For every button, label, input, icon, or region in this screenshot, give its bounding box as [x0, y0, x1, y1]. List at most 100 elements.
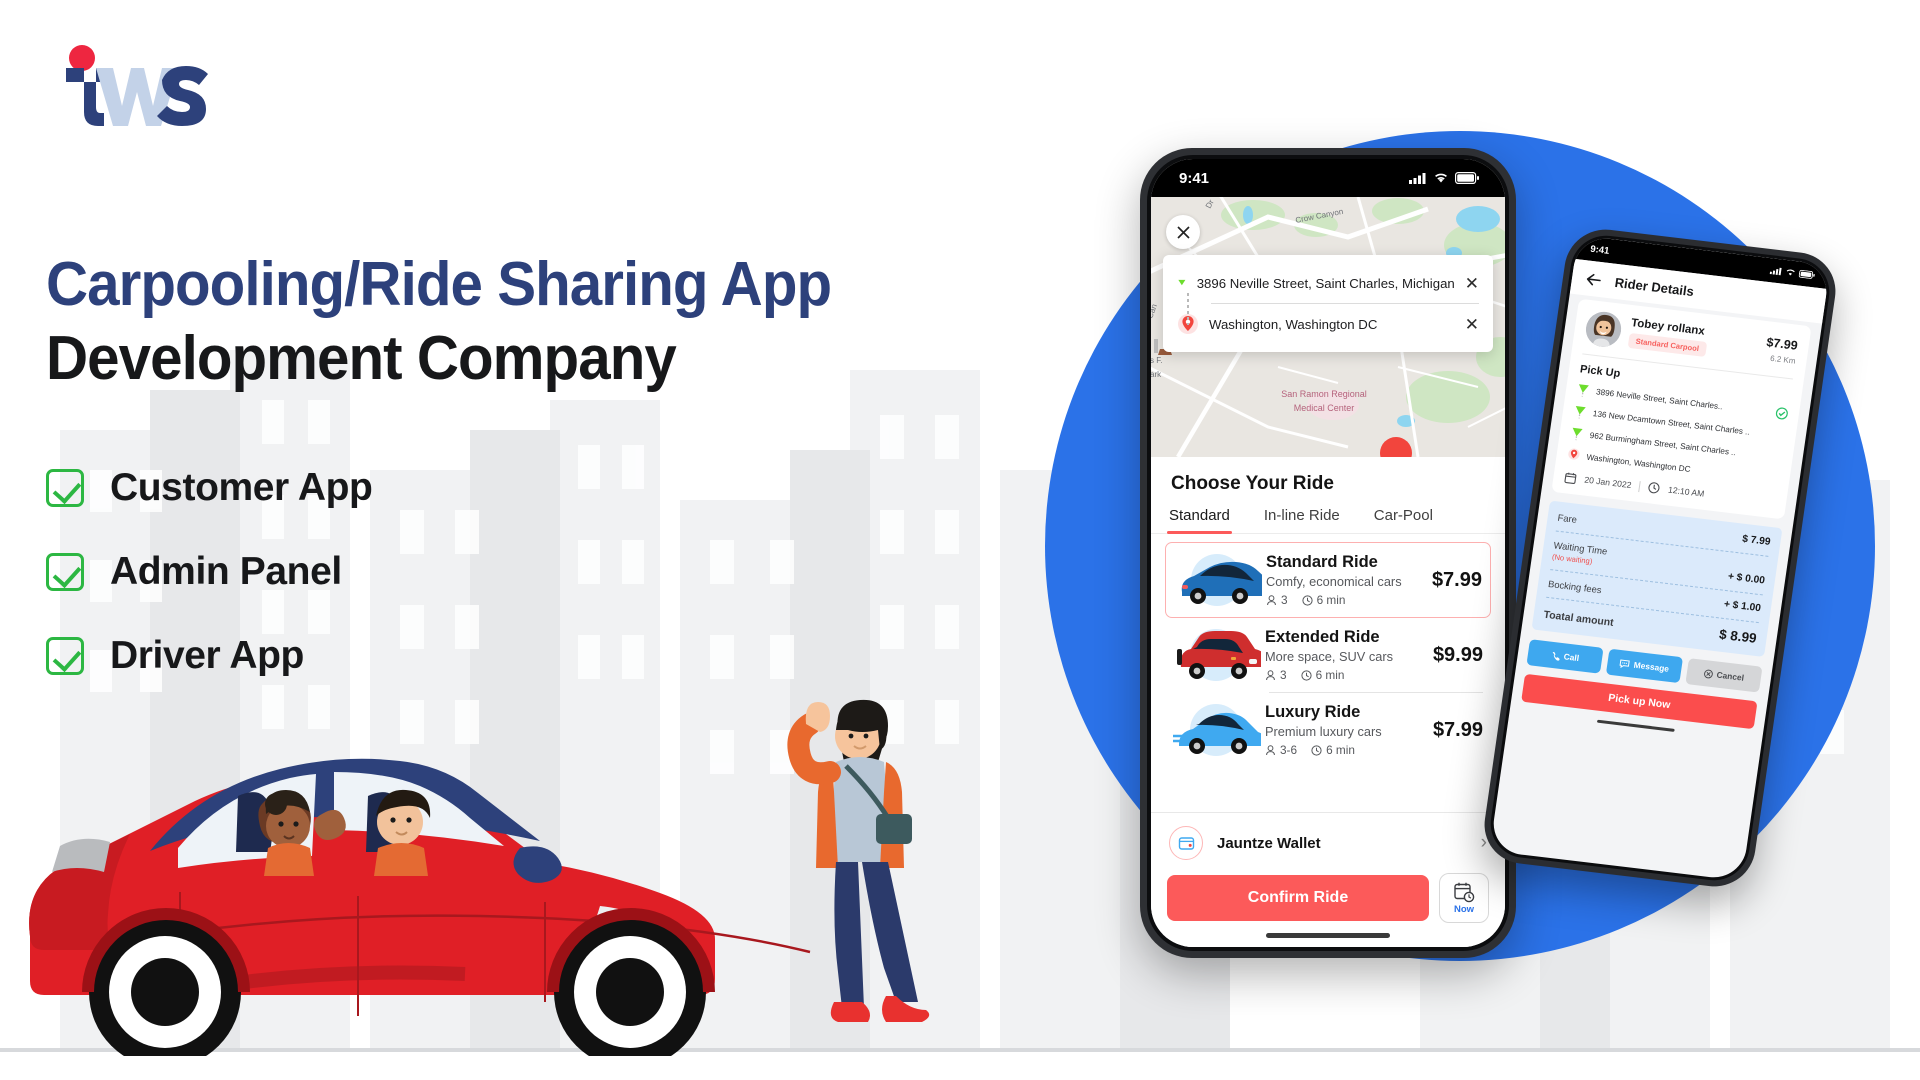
status-time: 9:41 — [1179, 169, 1210, 187]
ride-seat-count: 3-6 — [1280, 743, 1298, 757]
signal-icon — [1409, 173, 1426, 184]
clock-icon — [1311, 744, 1322, 756]
now-label: Now — [1453, 904, 1475, 915]
svg-text:ark: ark — [1151, 370, 1162, 379]
map-close-button[interactable] — [1166, 215, 1200, 249]
tab-in-line-ride[interactable]: In-line Ride — [1264, 507, 1340, 533]
page-title: Carpooling/Ride Sharing App Development … — [46, 252, 881, 391]
pickup-marker-icon — [1572, 427, 1583, 441]
headline-line-2: Development Company — [46, 323, 677, 393]
tab-car-pool[interactable]: Car-Pool — [1374, 507, 1433, 533]
clear-destination-icon[interactable]: ✕ — [1465, 316, 1479, 333]
signal-icon — [1769, 267, 1782, 276]
ride-date: 20 Jan 2022 — [1583, 474, 1633, 491]
destination-address-row[interactable]: Washington, Washington DC ✕ — [1177, 309, 1479, 339]
pickup-marker-icon — [1578, 384, 1589, 397]
calendar-clock-icon — [1454, 882, 1475, 903]
call-label: Call — [1563, 651, 1580, 664]
calendar-icon — [1564, 472, 1577, 484]
ride-description: More space, SUV cars — [1265, 649, 1394, 664]
call-button[interactable]: Call — [1526, 639, 1604, 674]
cancel-label: Cancel — [1716, 669, 1745, 683]
tab-standard[interactable]: Standard — [1167, 507, 1232, 534]
sheet-title: Choose Your Ride — [1171, 473, 1334, 494]
ride-eta: 6 min — [1300, 668, 1345, 682]
ride-time: 12:10 AM — [1667, 484, 1705, 499]
ride-seat-count: 3 — [1281, 593, 1288, 607]
status-bar: 9:41 — [1151, 159, 1505, 197]
ride-name: Luxury Ride — [1265, 703, 1361, 721]
ride-option-standard[interactable]: Standard Ride Comfy, economical cars 3 6… — [1165, 542, 1491, 618]
ride-name: Extended Ride — [1265, 628, 1380, 646]
rider-summary-row: Tobey rollanx Standard Carpool $7.99 6.2… — [1583, 309, 1800, 370]
ride-eta: 6 min — [1301, 593, 1346, 607]
wifi-icon — [1435, 173, 1447, 183]
confirm-row: Confirm Ride Now — [1151, 873, 1505, 931]
fare-label: Fare — [1557, 511, 1578, 525]
fare-value: $ 8.99 — [1718, 626, 1758, 646]
pickup-marker-icon — [1178, 279, 1186, 286]
person-icon — [1267, 594, 1276, 605]
schedule-now-button[interactable]: Now — [1439, 873, 1489, 923]
fare-value: + $ 1.00 — [1723, 598, 1762, 615]
clock-icon — [1648, 482, 1660, 494]
ride-eta-text: 6 min — [1315, 668, 1345, 682]
ride-price: $7.99 — [1432, 718, 1483, 741]
pickup-address-row[interactable]: 3896 Neville Street, Saint Charles, Mich… — [1177, 268, 1479, 298]
luxury-car-icon — [1173, 702, 1267, 758]
tws-logo — [66, 45, 208, 126]
feature-item-driver-app: Driver App — [46, 634, 372, 678]
person-icon — [1266, 744, 1275, 755]
status-time: 9:41 — [1589, 243, 1611, 257]
fare-value: + $ 0.00 — [1727, 571, 1766, 587]
wallet-row[interactable]: Jauntze Wallet › — [1151, 812, 1505, 873]
cancel-button[interactable]: Cancel — [1685, 658, 1763, 693]
svg-text:s F.: s F. — [1151, 356, 1162, 365]
ride-eta-text: 6 min — [1326, 743, 1355, 757]
headline-line-1: Carpooling/Ride Sharing App — [46, 250, 832, 319]
clear-pickup-icon[interactable]: ✕ — [1465, 275, 1479, 292]
fare-label: Bocking fees — [1547, 577, 1603, 596]
ride-eta-text: 6 min — [1316, 593, 1346, 607]
sedan-icon — [1174, 552, 1280, 608]
person-icon — [1266, 669, 1275, 680]
arrow-left-icon[interactable] — [1585, 272, 1602, 287]
message-button[interactable]: Message — [1605, 648, 1684, 684]
ride-eta: 6 min — [1311, 743, 1355, 757]
rider-detail-card: Tobey rollanx Standard Carpool $7.99 6.2… — [1551, 298, 1812, 520]
ride-seats: 3-6 — [1265, 743, 1297, 757]
waving-pedestrian-illustration — [787, 699, 930, 1022]
ride-option-extended[interactable]: Extended Ride More space, SUV cars 3 6 m… — [1165, 618, 1491, 692]
map-view[interactable]: Crow Canyon Dr Can s F. ark San Ramon Re… — [1151, 197, 1505, 457]
ride-seats: 3 — [1266, 593, 1288, 607]
ride-option-luxury[interactable]: Luxury Ride Premium luxury cars 3-6 6 mi… — [1165, 693, 1491, 767]
feature-checklist: Customer App Admin Panel Driver App — [46, 466, 373, 718]
wallet-label: Jauntze Wallet — [1217, 834, 1321, 852]
carpool-illustration — [29, 699, 930, 1056]
clock-icon — [1301, 594, 1313, 606]
home-indicator — [1596, 719, 1675, 732]
red-sedan-illustration — [29, 758, 811, 1056]
battery-icon — [1798, 269, 1815, 279]
datetime-separator — [1638, 480, 1642, 492]
ride-description: Comfy, economical cars — [1266, 574, 1402, 589]
cancel-icon — [1703, 669, 1713, 678]
ride-price: $7.99 — [1431, 568, 1482, 591]
phone-mockup-customer-app: 9:41 Crow Canyon Dr Can s F. ark San Ram… — [1140, 148, 1516, 958]
route-address-card: 3896 Neville Street, Saint Charles, Mich… — [1163, 255, 1493, 352]
battery-icon — [1455, 172, 1479, 184]
close-icon — [1176, 225, 1190, 239]
feature-label: Driver App — [110, 634, 304, 677]
feature-label: Admin Panel — [110, 550, 342, 593]
ride-type-tabs: Standard In-line Ride Car-Pool — [1151, 507, 1505, 534]
feature-item-customer-app: Customer App — [46, 466, 373, 510]
ride-description: Premium luxury cars — [1265, 724, 1382, 739]
address-divider — [1211, 303, 1479, 304]
map-label-medical-2: Medical Center — [1294, 403, 1355, 413]
home-indicator — [1266, 933, 1390, 938]
message-icon — [1619, 659, 1631, 668]
ride-seats: 3 — [1265, 668, 1287, 682]
ride-name: Standard Ride — [1266, 553, 1378, 571]
confirm-ride-button[interactable]: Confirm Ride — [1167, 875, 1429, 921]
message-label: Message — [1633, 659, 1670, 674]
